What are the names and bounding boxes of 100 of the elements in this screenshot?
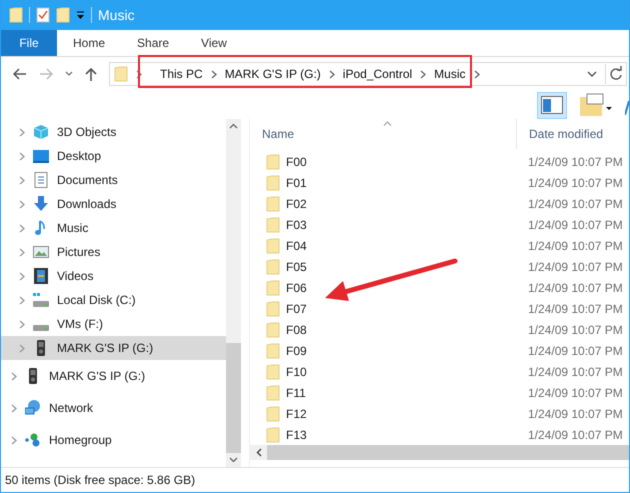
date-modified: 1/24/09 10:07 PM — [527, 364, 623, 378]
horizontal-scrollbar[interactable] — [250, 445, 629, 460]
sidebar-item[interactable]: Downloads — [1, 192, 226, 216]
new-folder-icon — [56, 7, 70, 23]
date-modified: 1/24/09 10:07 PM — [527, 322, 623, 336]
file-name[interactable]: F08 — [286, 322, 307, 336]
preview-pane-button[interactable] — [537, 92, 567, 118]
desktop-icon — [33, 148, 49, 164]
folder-icon — [266, 364, 280, 380]
ribbon-tab[interactable]: View — [185, 30, 243, 56]
date-modified: 1/24/09 10:07 PM — [527, 154, 623, 168]
breadcrumb[interactable]: iPod_Control — [342, 67, 412, 81]
breadcrumb[interactable]: Music — [434, 67, 466, 81]
sidebar-item[interactable]: VMs (F:) — [1, 312, 226, 336]
folder-icon — [266, 258, 280, 274]
file-name[interactable]: F00 — [286, 154, 307, 168]
file-name[interactable]: F05 — [286, 260, 307, 274]
download-icon — [33, 196, 49, 212]
date-modified: 1/24/09 10:07 PM — [527, 302, 623, 316]
recent-locations-icon[interactable] — [65, 71, 73, 77]
chevron-icon — [19, 248, 25, 256]
status-text: 50 items (Disk free space: 5.86 GB) — [5, 473, 196, 487]
chevron-icon — [136, 70, 142, 78]
window-title: Music — [98, 7, 135, 23]
sidebar-item[interactable]: Documents — [1, 168, 226, 192]
chevron-icon — [11, 372, 17, 380]
chevron-icon — [19, 200, 25, 208]
chevron-icon — [19, 296, 25, 304]
date-modified: 1/24/09 10:07 PM — [527, 428, 623, 442]
scroll-left-icon[interactable] — [256, 448, 262, 457]
ribbon-tab[interactable]: Home — [57, 30, 122, 56]
ribbon-tab[interactable]: Share — [121, 30, 186, 56]
breadcrumb[interactable]: MARK G'S IP (G:) — [224, 67, 321, 81]
file-name[interactable]: F01 — [286, 176, 307, 190]
folder-icon — [266, 216, 280, 232]
folder-icon — [266, 322, 280, 338]
sidebar-item[interactable]: Desktop — [1, 144, 226, 168]
folder-icon — [266, 426, 280, 442]
sidebar-item[interactable]: MARK G'S IP (G:) — [1, 360, 226, 392]
sidebar-item[interactable]: MARK G'S IP (G:) — [1, 336, 226, 360]
sidebar-item[interactable]: Local Disk (C:) — [1, 288, 226, 312]
folder-icon — [266, 280, 280, 296]
chevron-icon — [474, 70, 480, 78]
chevron-icon — [19, 224, 25, 232]
hard-drive-icon — [33, 325, 49, 331]
properties-icon[interactable] — [36, 7, 50, 23]
picture-icon — [33, 244, 49, 260]
scroll-thumb[interactable] — [226, 343, 241, 453]
folder-icon — [266, 384, 280, 400]
homegroup-icon — [25, 432, 41, 448]
scrollbar[interactable] — [226, 119, 241, 467]
folder-icon — [9, 7, 23, 23]
file-name[interactable]: F10 — [286, 364, 307, 378]
sidebar-item[interactable]: Network — [1, 392, 226, 424]
pane-icon — [541, 96, 563, 114]
column-header[interactable]: Date modified — [517, 127, 627, 141]
date-modified: 1/24/09 10:07 PM — [527, 196, 623, 210]
file-name[interactable]: F02 — [286, 196, 307, 210]
dropdown-icon[interactable] — [76, 10, 85, 20]
breadcrumb[interactable]: This PC — [160, 67, 203, 81]
folder-icon — [266, 174, 280, 190]
file-name[interactable]: F07 — [286, 302, 307, 316]
chevron-down-icon[interactable] — [587, 70, 597, 78]
column-header[interactable]: Name — [250, 127, 516, 141]
chevron-icon — [11, 404, 17, 412]
chevron-icon — [11, 436, 17, 444]
document-icon — [33, 172, 49, 188]
up-icon[interactable] — [85, 67, 97, 81]
file-name[interactable]: F04 — [286, 238, 307, 252]
back-icon[interactable] — [13, 68, 27, 80]
folder-icon — [266, 342, 280, 358]
sidebar-item[interactable]: Music — [1, 216, 226, 240]
file-name[interactable]: F13 — [286, 428, 307, 442]
chevron-icon — [19, 272, 25, 280]
chevron-icon — [19, 344, 25, 352]
folder-options-icon[interactable] — [579, 93, 613, 117]
folder-icon — [114, 66, 128, 82]
file-menu-button[interactable]: File — [1, 30, 57, 56]
date-modified: 1/24/09 10:07 PM — [527, 260, 623, 274]
folder-icon — [266, 238, 280, 254]
file-name[interactable]: F03 — [286, 218, 307, 232]
sidebar-item[interactable]: Pictures — [1, 240, 226, 264]
hard-drive-icon — [33, 292, 49, 308]
sidebar-item[interactable]: Homegroup — [1, 424, 226, 456]
file-name[interactable]: F09 — [286, 344, 307, 358]
sort-icon — [383, 121, 392, 126]
cube-icon — [33, 124, 49, 140]
date-modified: 1/24/09 10:07 PM — [527, 406, 623, 420]
sidebar-item[interactable]: 3D Objects — [1, 120, 226, 144]
file-name[interactable]: F06 — [286, 280, 307, 294]
address-bar[interactable]: This PC MARK G'S IP (G:) iPod_Control Music — [109, 62, 627, 86]
sidebar-item[interactable]: Videos — [1, 264, 226, 288]
folder-icon — [266, 406, 280, 422]
date-modified: 1/24/09 10:07 PM — [527, 176, 623, 190]
film-icon — [33, 268, 49, 284]
file-name[interactable]: F12 — [286, 406, 307, 420]
file-name[interactable]: F11 — [286, 386, 306, 400]
folder-icon — [266, 154, 280, 170]
chevron-icon — [420, 70, 426, 78]
chevron-icon — [19, 320, 25, 328]
